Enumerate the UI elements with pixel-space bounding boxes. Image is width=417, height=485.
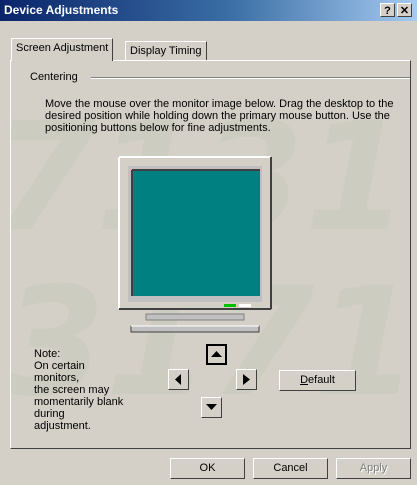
tab-panel: 7131.4 3171.3 Centering Move the mouse o…: [10, 60, 411, 449]
monitor-screen: [132, 170, 260, 296]
window-title: Device Adjustments: [4, 3, 119, 17]
move-up-button[interactable]: [206, 344, 227, 365]
left-arrow-icon: [175, 374, 181, 385]
down-arrow-icon: [206, 404, 217, 410]
right-arrow-icon: [243, 374, 250, 385]
tab-display-timing[interactable]: Display Timing: [125, 41, 207, 61]
note-text: Note: On certain monitors, the screen ma…: [34, 348, 124, 432]
tab-screen-adjustment[interactable]: Screen Adjustment: [11, 38, 114, 61]
cancel-button[interactable]: Cancel: [253, 458, 328, 479]
ok-button[interactable]: OK: [170, 458, 245, 479]
help-button[interactable]: ?: [380, 3, 395, 17]
title-bar: Device Adjustments ? ✕: [0, 0, 417, 21]
move-down-button[interactable]: [201, 397, 222, 418]
up-arrow-icon: [211, 351, 222, 357]
default-button[interactable]: Default: [279, 370, 356, 391]
move-right-button[interactable]: [236, 369, 257, 390]
monitor-image[interactable]: [114, 154, 274, 334]
centering-description: Move the mouse over the monitor image be…: [45, 98, 394, 134]
apply-button[interactable]: Apply: [336, 458, 411, 479]
move-left-button[interactable]: [168, 369, 189, 390]
power-led: [224, 304, 236, 307]
group-divider: [91, 77, 410, 79]
close-button[interactable]: ✕: [397, 3, 412, 17]
centering-group-label: Centering: [30, 71, 78, 83]
